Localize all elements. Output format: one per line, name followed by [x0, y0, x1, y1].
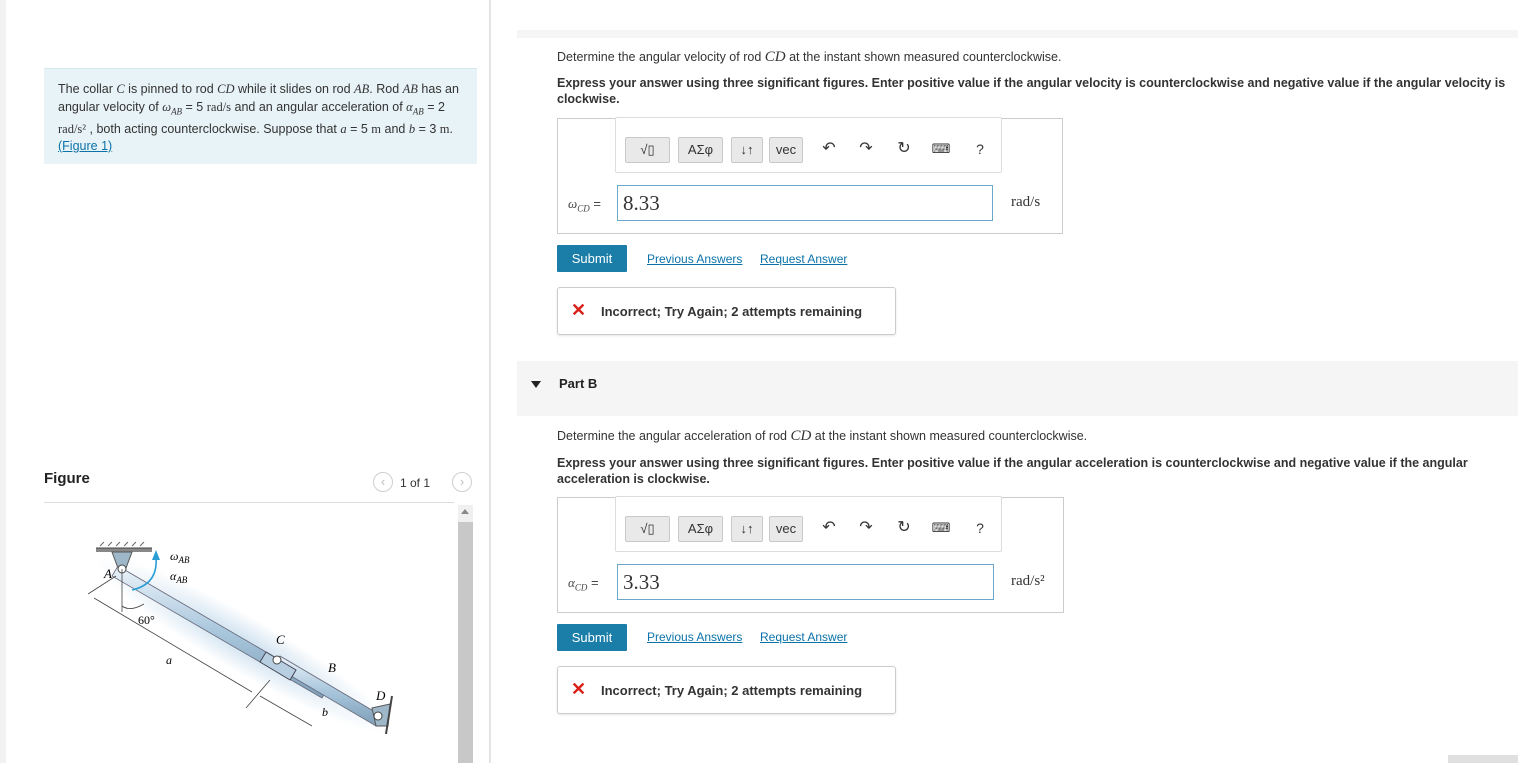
part-a-prompt: Determine the angular velocity of rod CD… — [557, 49, 1062, 65]
omega-arrowhead — [152, 550, 160, 560]
part-a-answer-input[interactable]: 8.33 — [617, 185, 993, 221]
label-b-point: B — [328, 660, 336, 675]
label-a-dim: a — [166, 653, 172, 667]
reset-icon[interactable]: ↻ — [894, 138, 914, 160]
chevron-right-icon: › — [459, 474, 465, 489]
templates-button[interactable]: √▯ — [625, 516, 670, 542]
part-a-submit-button[interactable]: Submit — [557, 245, 627, 272]
arrows-button[interactable]: ↓↑ — [731, 137, 763, 163]
greek-symbols-button[interactable]: ΑΣφ — [678, 137, 723, 163]
vector-button[interactable]: vec — [769, 137, 803, 163]
keyboard-icon[interactable]: ⌨ — [931, 138, 951, 160]
chevron-left-icon: ‹ — [380, 474, 386, 489]
label-d-point: D — [375, 688, 386, 703]
error-x-icon: ✕ — [571, 300, 587, 320]
part-a-variable-label: ωCD = — [568, 196, 601, 214]
part-b-submit-button[interactable]: Submit — [557, 624, 627, 651]
part-a-request-answer-link[interactable]: Request Answer — [760, 252, 847, 266]
label-angle: 60° — [138, 613, 155, 627]
label-a-point: A — [103, 566, 112, 581]
help-button[interactable]: ? — [970, 517, 990, 539]
pane-divider[interactable] — [489, 0, 491, 763]
part-b-prompt: Determine the angular acceleration of ro… — [557, 428, 1088, 444]
figure-divider — [44, 502, 454, 503]
part-b-previous-answers-link[interactable]: Previous Answers — [647, 630, 742, 644]
part-a-unit: rad/s — [1011, 194, 1041, 210]
figure-scrollbar-thumb[interactable] — [458, 522, 473, 763]
figure-link[interactable]: (Figure 1) — [58, 139, 112, 153]
left-edge — [0, 0, 6, 763]
redo-icon[interactable]: ↷ — [856, 138, 876, 160]
templates-button[interactable]: √▯ — [625, 137, 670, 163]
part-b-answer-input[interactable]: 3.33 — [617, 564, 994, 600]
part-b-unit: rad/s² — [1011, 573, 1045, 589]
reset-icon[interactable]: ↻ — [894, 517, 914, 539]
part-a-instructions: Express your answer using three signific… — [557, 76, 1506, 106]
label-alpha: αAB — [170, 569, 188, 585]
part-b-feedback: ✕ Incorrect; Try Again; 2 attempts remai… — [557, 666, 896, 714]
part-b-variable-label: αCD = — [568, 575, 599, 593]
greek-symbols-button[interactable]: ΑΣφ — [678, 516, 723, 542]
error-x-icon: ✕ — [571, 679, 587, 699]
help-button[interactable]: ? — [970, 138, 990, 160]
arrows-button[interactable]: ↓↑ — [731, 516, 763, 542]
part-a-previous-answers-link[interactable]: Previous Answers — [647, 252, 742, 266]
problem-statement: The collar C is pinned to rod CD while i… — [44, 68, 477, 164]
undo-icon[interactable]: ↶ — [819, 138, 839, 160]
pager-next-button[interactable]: › — [452, 472, 472, 492]
pager-prev-button[interactable]: ‹ — [373, 472, 393, 492]
figure-heading: Figure — [44, 470, 90, 487]
part-b-request-answer-link[interactable]: Request Answer — [760, 630, 847, 644]
part-b-math-toolbar: √▯ ΑΣφ ↓↑ vec ↶ ↷ ↻ ⌨ ? — [615, 496, 1002, 552]
vector-button[interactable]: vec — [769, 516, 803, 542]
pager-status: 1 of 1 — [400, 476, 431, 490]
label-b-dim: b — [322, 705, 328, 719]
redo-icon[interactable]: ↷ — [856, 517, 876, 539]
keyboard-icon[interactable]: ⌨ — [931, 517, 951, 539]
figure-diagram: A ωAB αAB 60° a C B D b — [87, 541, 393, 735]
label-c-point: C — [276, 632, 285, 647]
part-b-header[interactable] — [517, 361, 1518, 416]
label-omega: ωAB — [170, 549, 190, 565]
undo-icon[interactable]: ↶ — [819, 517, 839, 539]
part-a-header-band — [517, 30, 1518, 38]
collapse-triangle-icon[interactable] — [531, 381, 541, 388]
part-b-instructions: Express your answer using three signific… — [557, 456, 1468, 486]
next-section-edge — [1448, 755, 1518, 763]
part-a-feedback: ✕ Incorrect; Try Again; 2 attempts remai… — [557, 287, 896, 335]
scroll-up-icon[interactable] — [461, 509, 469, 514]
part-a-math-toolbar: √▯ ΑΣφ ↓↑ vec ↶ ↷ ↻ ⌨ ? — [615, 117, 1002, 173]
part-b-title[interactable]: Part B — [559, 376, 597, 391]
